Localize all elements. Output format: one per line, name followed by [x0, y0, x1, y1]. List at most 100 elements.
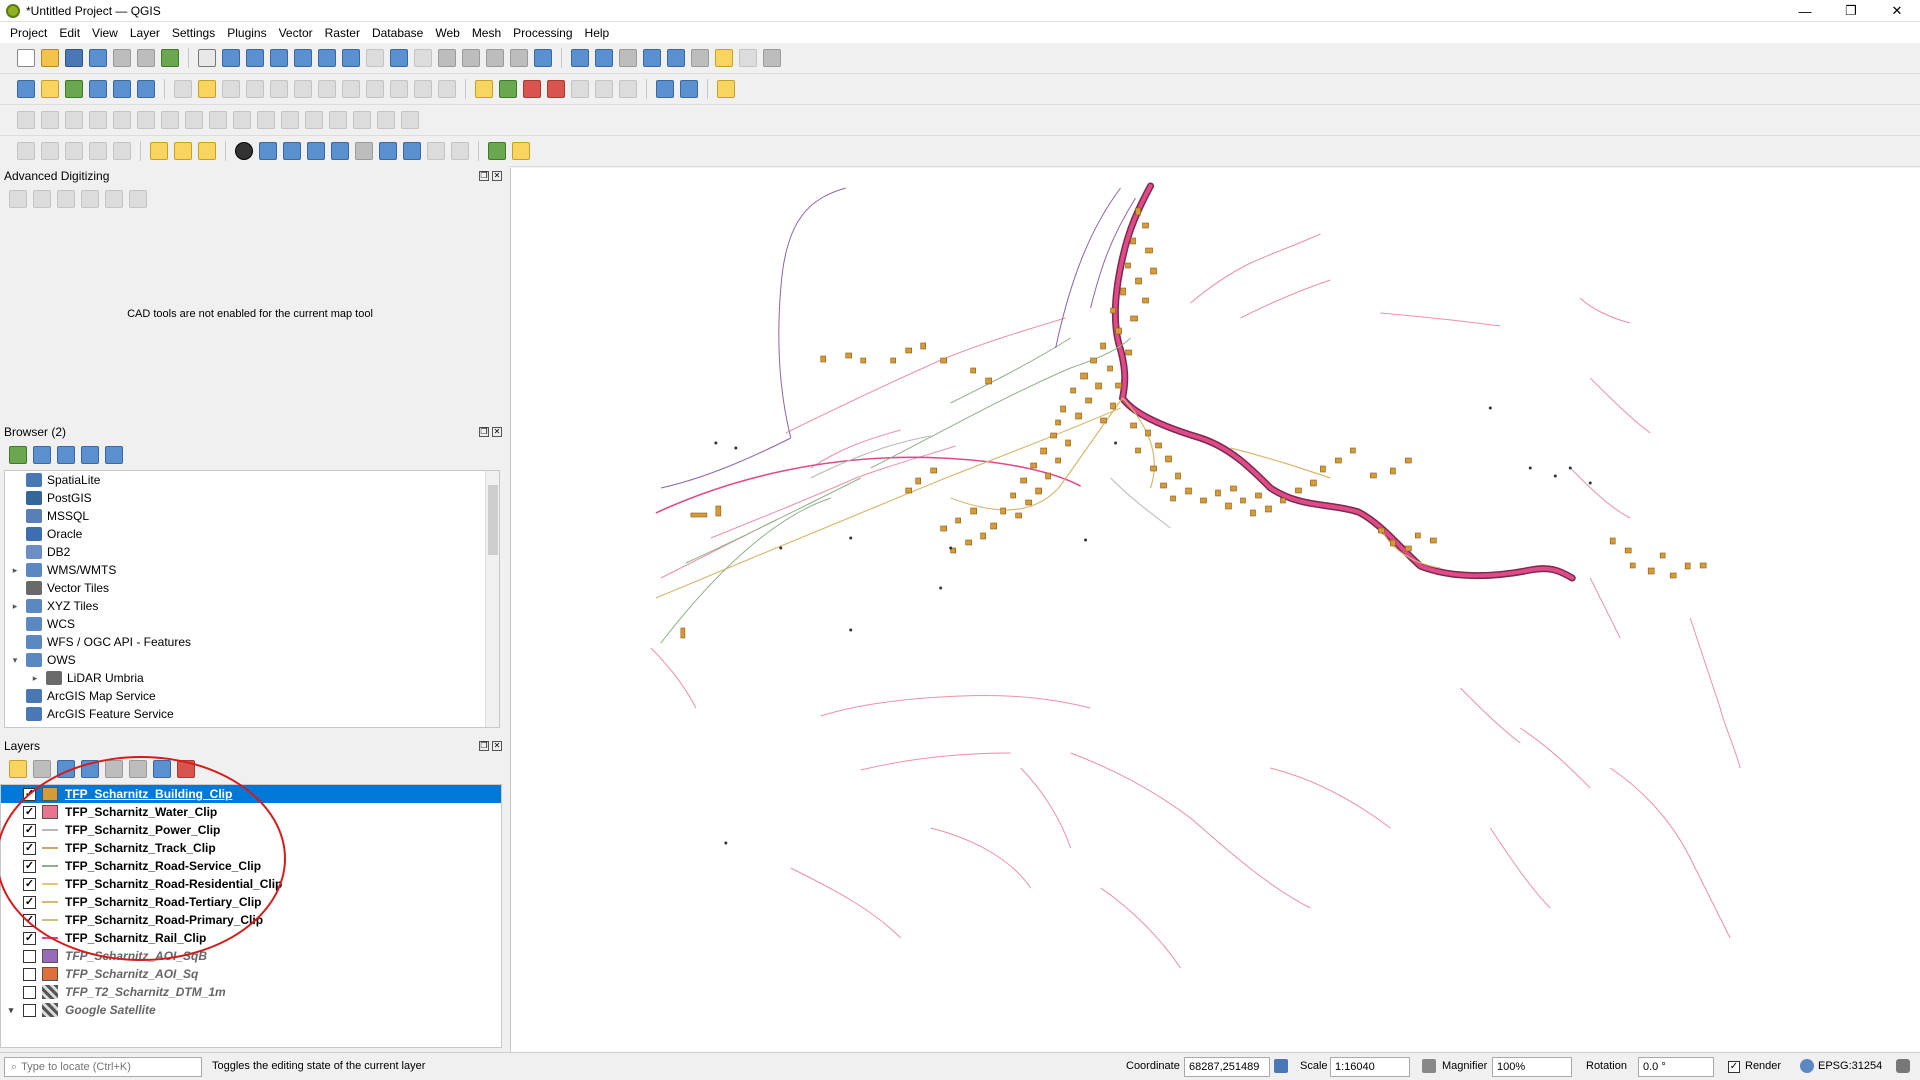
expand-arrow-icon[interactable]: ▾ [9, 655, 21, 666]
temporal-controller-icon[interactable] [510, 49, 528, 67]
add-selected-layers-icon[interactable] [9, 446, 27, 464]
browser-item[interactable]: WCS [5, 615, 499, 633]
browser-item[interactable]: DB2 [5, 543, 499, 561]
menu-raster[interactable]: Raster [319, 26, 366, 40]
zoom-full-icon[interactable] [294, 49, 312, 67]
filter-expression-icon[interactable] [105, 760, 123, 778]
browser-item[interactable]: Oracle [5, 525, 499, 543]
layer-visibility-checkbox[interactable]: ✓ [23, 841, 36, 855]
add-delimited-text-icon[interactable] [89, 80, 107, 98]
lock-scale-icon[interactable] [1422, 1059, 1436, 1073]
map-svg[interactable] [511, 168, 1920, 1052]
close-panel-icon[interactable]: ✕ [492, 171, 502, 181]
python-console-icon[interactable] [717, 80, 735, 98]
layer-row[interactable]: TFP_Scharnitz_AOI_SqB [1, 947, 501, 965]
digitize-curve-icon[interactable] [259, 142, 277, 160]
layer-visibility-checkbox[interactable]: ✓ [23, 823, 36, 837]
browser-item[interactable]: MSSQL [5, 507, 499, 525]
layer-visibility-checkbox[interactable]: ✓ [23, 877, 36, 891]
bookmark-icon[interactable] [486, 49, 504, 67]
advanced-edit-14-icon[interactable] [329, 111, 347, 129]
open-project-icon[interactable] [41, 49, 59, 67]
layer-row[interactable]: ✓ TFP_Scharnitz_Rail_Clip [1, 929, 501, 947]
vertex-tool-icon[interactable] [270, 80, 288, 98]
advanced-edit-2-icon[interactable] [41, 111, 59, 129]
cad-enable-icon[interactable] [9, 190, 27, 208]
layer-row[interactable]: ✓ TFP_Scharnitz_Water_Clip [1, 803, 501, 821]
menu-database[interactable]: Database [366, 26, 429, 40]
advanced-edit-13-icon[interactable] [305, 111, 323, 129]
maximize-button[interactable]: ❐ [1828, 0, 1874, 22]
select-location-icon[interactable] [174, 142, 192, 160]
close-panel-icon[interactable]: ✕ [492, 427, 502, 437]
layer-row[interactable]: ✓ TFP_Scharnitz_Road-Residential_Clip [1, 875, 501, 893]
expand-arrow-icon[interactable]: ▸ [9, 565, 21, 576]
layer-row[interactable]: ✓ TFP_Scharnitz_Road-Service_Clip [1, 857, 501, 875]
expand-arrow-icon[interactable]: ▸ [29, 673, 41, 684]
snapping-icon[interactable] [488, 142, 506, 160]
cad-floater-icon[interactable] [129, 190, 147, 208]
map-tips-icon[interactable] [715, 49, 733, 67]
browser-item[interactable]: ▸ WMS/WMTS [5, 561, 499, 579]
add-vector-layer-icon[interactable] [65, 80, 83, 98]
measure-icon[interactable] [691, 49, 709, 67]
layer-visibility-checkbox[interactable]: ✓ [23, 913, 36, 927]
zoom-selection-icon[interactable] [318, 49, 336, 67]
menu-vector[interactable]: Vector [273, 26, 319, 40]
map-canvas[interactable] [510, 168, 1920, 1052]
filter-icon[interactable] [57, 446, 75, 464]
numeric-digitize-icon[interactable] [379, 142, 397, 160]
digitize-points-icon[interactable] [307, 142, 325, 160]
field-calculator-icon[interactable] [619, 49, 637, 67]
browser-item[interactable]: Vector Tiles [5, 579, 499, 597]
undo-icon[interactable] [414, 80, 432, 98]
zoom-in-icon[interactable] [246, 49, 264, 67]
advanced-edit-16-icon[interactable] [377, 111, 395, 129]
menu-processing[interactable]: Processing [507, 26, 578, 40]
print-layout-icon[interactable] [113, 49, 131, 67]
browser-item[interactable]: ▸ LiDAR Umbria [5, 669, 499, 687]
digitize-circle-icon[interactable] [235, 142, 253, 160]
new-project-icon[interactable] [17, 49, 35, 67]
render-checkbox[interactable]: ✓ [1728, 1061, 1740, 1073]
manage-themes-icon[interactable] [57, 760, 75, 778]
layer-row[interactable]: ▾ Google Satellite [1, 1001, 501, 1019]
layer-row[interactable]: TFP_T2_Scharnitz_DTM_1m [1, 983, 501, 1001]
cad-parallel-icon[interactable] [57, 190, 75, 208]
diagram-icon[interactable] [499, 80, 517, 98]
expand-arrow-icon[interactable]: ▸ [9, 601, 21, 612]
invert-selection-icon[interactable] [113, 142, 131, 160]
crs-globe-icon[interactable] [1800, 1059, 1814, 1073]
menu-web[interactable]: Web [429, 26, 465, 40]
data-source-manager-icon[interactable] [17, 80, 35, 98]
close-button[interactable]: ✕ [1874, 0, 1920, 22]
float-panel-icon[interactable]: ❐ [479, 741, 489, 751]
layer-visibility-checkbox[interactable]: ✓ [23, 931, 36, 945]
redo-icon[interactable] [438, 80, 456, 98]
cad-perpendicular-icon[interactable] [81, 190, 99, 208]
advanced-edit-10-icon[interactable] [233, 111, 251, 129]
layer-visibility-checkbox[interactable] [23, 967, 36, 981]
select-by-expression-icon[interactable] [150, 142, 168, 160]
layer-row[interactable]: ✓ TFP_Scharnitz_Road-Primary_Clip [1, 911, 501, 929]
layer-visibility-checkbox[interactable]: ✓ [23, 805, 36, 819]
select-all-icon[interactable] [89, 142, 107, 160]
save-project-icon[interactable] [65, 49, 83, 67]
annotation-icon[interactable] [739, 49, 757, 67]
filter-legend-icon[interactable] [81, 760, 99, 778]
statistics-icon[interactable] [667, 49, 685, 67]
scale-field[interactable]: 1:16040 [1330, 1057, 1410, 1077]
magnifier-field[interactable]: 100% [1492, 1057, 1572, 1077]
layer-row[interactable]: ✓ TFP_Scharnitz_Road-Tertiary_Clip [1, 893, 501, 911]
layer-visibility-checkbox[interactable] [23, 985, 36, 999]
advanced-edit-17-icon[interactable] [401, 111, 419, 129]
cad-settings-icon[interactable] [105, 190, 123, 208]
reshape-icon[interactable] [427, 142, 445, 160]
advanced-edit-7-icon[interactable] [161, 111, 179, 129]
collapse-all-icon[interactable] [81, 446, 99, 464]
refresh-icon[interactable] [534, 49, 552, 67]
advanced-edit-9-icon[interactable] [209, 111, 227, 129]
menu-project[interactable]: Project [4, 26, 53, 40]
advanced-edit-1-icon[interactable] [17, 111, 35, 129]
menu-view[interactable]: View [86, 26, 124, 40]
